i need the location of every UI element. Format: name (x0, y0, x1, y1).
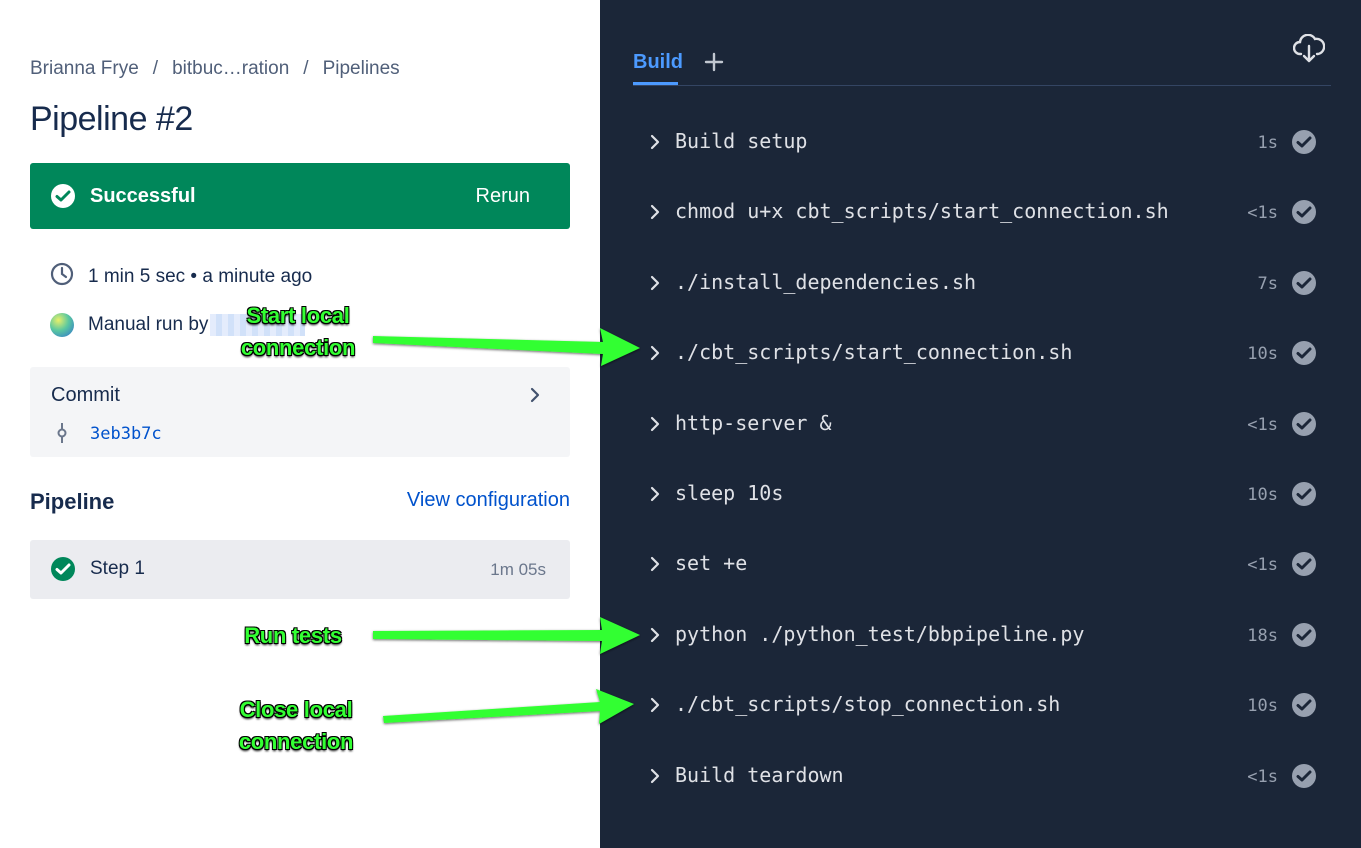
chevron-right-icon[interactable] (650, 416, 660, 437)
log-step-command: ./cbt_scripts/stop_connection.sh (675, 692, 1061, 716)
log-step-row[interactable]: chmod u+x cbt_scripts/start_connection.s… (600, 188, 1361, 238)
commit-card[interactable]: Commit 3eb3b7c (30, 367, 570, 457)
log-step-duration: 18s (1247, 626, 1278, 646)
chevron-right-icon[interactable] (650, 345, 660, 366)
log-step-duration: <1s (1247, 767, 1278, 787)
log-step-row[interactable]: Build teardown <1s (600, 752, 1361, 802)
log-step-command: chmod u+x cbt_scripts/start_connection.s… (675, 199, 1169, 223)
annotation-close-connection: Close local connection (226, 694, 366, 758)
chevron-right-icon[interactable] (650, 275, 660, 296)
success-check-icon (51, 557, 75, 581)
status-label: Successful (90, 185, 196, 207)
log-step-command: python ./python_test/bbpipeline.py (675, 622, 1085, 646)
annotation-line: Close local (239, 697, 353, 722)
log-step-command: set +e (675, 551, 748, 575)
log-step-row[interactable]: ./cbt_scripts/stop_connection.sh 10s (600, 681, 1361, 731)
log-step-duration: 10s (1247, 696, 1278, 716)
check-icon (1292, 552, 1316, 576)
breadcrumb-separator: / (152, 58, 159, 79)
breadcrumb: Brianna Frye / bitbuc…ration / Pipelines (30, 58, 400, 80)
log-step-command: http-server & (675, 411, 832, 435)
chevron-right-icon[interactable] (650, 768, 660, 789)
log-step-row[interactable]: sleep 10s 10s (600, 470, 1361, 520)
check-icon (1292, 130, 1316, 154)
log-step-duration: 1s (1257, 133, 1278, 153)
log-step-duration: 10s (1247, 344, 1278, 364)
check-icon (1292, 693, 1316, 717)
log-step-row[interactable]: Build setup 1s (600, 118, 1361, 168)
tabs-divider (633, 85, 1331, 86)
log-step-row[interactable]: ./install_dependencies.sh 7s (600, 259, 1361, 309)
log-step-command: Build teardown (675, 763, 844, 787)
log-step-duration: <1s (1247, 415, 1278, 435)
status-banner: Successful Rerun (30, 163, 570, 229)
annotation-start-connection: Start local connection (228, 300, 368, 364)
check-icon (1292, 764, 1316, 788)
log-step-command: Build setup (675, 129, 808, 153)
chevron-right-icon[interactable] (650, 627, 660, 648)
breadcrumb-owner[interactable]: Brianna Frye (30, 58, 139, 79)
chevron-right-icon[interactable] (650, 486, 660, 507)
commit-hash-link[interactable]: 3eb3b7c (90, 424, 162, 444)
pipeline-section-title: Pipeline (30, 489, 115, 514)
log-step-row[interactable]: python ./python_test/bbpipeline.py 18s (600, 611, 1361, 661)
check-icon (1292, 482, 1316, 506)
check-icon (1292, 341, 1316, 365)
breadcrumb-separator: / (303, 58, 309, 79)
chevron-right-icon[interactable] (530, 387, 540, 408)
build-log-panel: Build Build setup 1s chmod u+x cbt_scripts… (600, 0, 1361, 848)
log-step-row[interactable]: set +e <1s (600, 540, 1361, 590)
clock-icon (50, 262, 74, 292)
annotation-run-tests: Run tests (228, 620, 358, 652)
page-title: Pipeline #2 (30, 100, 193, 138)
log-step-duration: <1s (1247, 203, 1278, 223)
success-check-icon (51, 184, 75, 208)
check-icon (1292, 623, 1316, 647)
check-icon (1292, 271, 1316, 295)
commit-icon (56, 423, 68, 448)
chevron-right-icon[interactable] (650, 204, 660, 225)
rerun-button[interactable]: Rerun (476, 185, 530, 208)
log-step-command: sleep 10s (675, 481, 784, 505)
check-icon (1292, 412, 1316, 436)
plus-icon[interactable] (704, 52, 724, 77)
trigger-text: Manual run by (88, 314, 209, 336)
view-configuration-link[interactable]: View configuration (407, 489, 570, 512)
log-step-command: ./install_dependencies.sh (675, 270, 977, 294)
annotation-line: Run tests (244, 623, 342, 648)
breadcrumb-pipelines[interactable]: Pipelines (323, 58, 400, 79)
log-step-command: ./cbt_scripts/start_connection.sh (675, 340, 1073, 364)
log-step-duration: <1s (1247, 555, 1278, 575)
step-name: Step 1 (90, 558, 145, 579)
annotation-line: connection (238, 729, 354, 754)
run-duration: 1 min 5 sec • a minute ago (50, 262, 312, 292)
commit-title: Commit (51, 384, 120, 406)
duration-text: 1 min 5 sec • a minute ago (88, 266, 313, 288)
tab-build[interactable]: Build (633, 51, 683, 74)
annotation-line: Start local (246, 303, 350, 328)
step-time: 1m 05s (490, 560, 546, 579)
chevron-right-icon[interactable] (650, 134, 660, 155)
log-step-duration: 7s (1257, 274, 1278, 294)
log-step-duration: 10s (1247, 485, 1278, 505)
annotation-line: connection (240, 335, 356, 360)
cloud-download-icon[interactable] (1292, 33, 1326, 69)
check-icon (1292, 200, 1316, 224)
chevron-right-icon[interactable] (650, 697, 660, 718)
log-step-row[interactable]: ./cbt_scripts/start_connection.sh 10s (600, 329, 1361, 379)
log-step-row[interactable]: http-server & <1s (600, 400, 1361, 450)
breadcrumb-repo[interactable]: bitbuc…ration (172, 58, 289, 79)
avatar (50, 313, 74, 337)
chevron-right-icon[interactable] (650, 556, 660, 577)
step-item[interactable]: Step 1 1m 05s (30, 540, 570, 599)
